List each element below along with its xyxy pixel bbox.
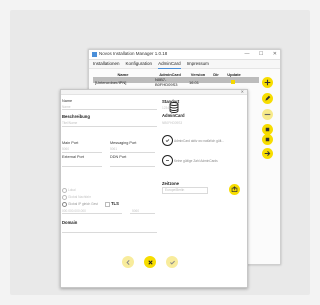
add-button[interactable] bbox=[262, 77, 273, 88]
dialog-titlebar bbox=[61, 90, 247, 95]
next-button[interactable] bbox=[262, 148, 273, 159]
arrow-right-icon bbox=[264, 151, 271, 156]
domain-label: Domain bbox=[62, 220, 78, 225]
window-controls: — ☐ ✕ bbox=[237, 51, 277, 57]
local-label: Lokal bbox=[68, 188, 76, 192]
beschreibung-label: Beschreibung bbox=[62, 114, 90, 119]
messaging-port-underline bbox=[110, 152, 155, 153]
stop-icon bbox=[265, 127, 270, 132]
messaging-port-input[interactable]: 5061 bbox=[110, 147, 117, 151]
admincard-ok-text: AdminCard aktiv wo natürlich gült... bbox=[174, 139, 224, 143]
global-ip-radio[interactable] bbox=[62, 202, 67, 207]
column-dir[interactable]: Dir bbox=[209, 72, 223, 77]
minimize-button[interactable]: — bbox=[245, 51, 250, 57]
external-port-label: External Port bbox=[62, 155, 84, 159]
menu-impressum[interactable]: Impressum bbox=[187, 60, 209, 68]
menu-installationen[interactable]: Installationen bbox=[93, 60, 120, 68]
export-button[interactable] bbox=[229, 184, 240, 195]
confirm-button[interactable] bbox=[166, 256, 178, 268]
name-underline bbox=[62, 109, 157, 110]
tls-checkbox[interactable] bbox=[105, 202, 110, 207]
column-update[interactable]: Update bbox=[223, 72, 245, 77]
global-radio[interactable] bbox=[62, 195, 67, 200]
table-row[interactable]: [Unterordner/IPN] N0B7-B0FHD09S3 16.01 bbox=[93, 77, 259, 87]
maximize-button[interactable]: ☐ bbox=[259, 51, 263, 57]
close-icon bbox=[147, 259, 153, 265]
minus-icon bbox=[264, 113, 271, 116]
ip-underline bbox=[62, 213, 122, 214]
row-version: 16.01 bbox=[189, 79, 200, 85]
beschreibung-underline bbox=[62, 126, 157, 127]
row-name: [Unterordner/IPN] bbox=[95, 79, 127, 85]
column-admincard[interactable]: AdminCard bbox=[153, 72, 187, 77]
chevron-left-icon bbox=[125, 259, 130, 265]
check-icon bbox=[165, 139, 170, 142]
main-port-label: Main Port bbox=[62, 141, 79, 145]
tls-label: TLS bbox=[111, 201, 119, 206]
admincard-input[interactable]: NB0FHD09S3 bbox=[162, 121, 182, 125]
ddn-port-input[interactable] bbox=[110, 166, 155, 167]
ddn-port-label: DDN Port bbox=[110, 155, 127, 159]
menu-konfiguration[interactable]: Konfiguration bbox=[126, 60, 153, 68]
local-radio[interactable] bbox=[62, 188, 67, 193]
pencil-icon bbox=[265, 95, 271, 101]
plus-icon bbox=[264, 79, 271, 86]
external-port-input[interactable] bbox=[62, 166, 102, 167]
cancel-button[interactable] bbox=[144, 256, 156, 268]
database-icon bbox=[169, 102, 179, 113]
update-dot bbox=[231, 80, 235, 84]
global-ip-label: Global IP gleich Gest bbox=[68, 202, 98, 206]
app-icon bbox=[92, 52, 97, 57]
zeitzone-select[interactable]: Europe/Berlin bbox=[162, 187, 208, 194]
main-port-input[interactable]: 5060 bbox=[62, 147, 69, 151]
name-label: Name bbox=[62, 99, 73, 103]
main-window-title: Novos Installation Manager 1.0.18 bbox=[99, 51, 168, 56]
messaging-port-label: Messaging Port bbox=[110, 141, 137, 145]
back-button[interactable] bbox=[122, 256, 134, 268]
minus-icon bbox=[166, 160, 169, 161]
zeitzone-label: Zeitzone bbox=[162, 181, 179, 186]
row-update-indicator bbox=[223, 80, 245, 84]
check-icon bbox=[169, 260, 175, 265]
admincard-ok-button[interactable] bbox=[162, 135, 173, 146]
close-button[interactable]: ✕ bbox=[273, 51, 277, 57]
export-icon bbox=[231, 186, 238, 192]
global-label: Global Nachfahr bbox=[68, 195, 92, 199]
main-port-underline bbox=[62, 152, 102, 153]
menu-admincard[interactable]: AdminCard bbox=[158, 60, 181, 69]
zeitzone-value: Europe/Berlin bbox=[165, 188, 185, 192]
dialog-close-button[interactable]: ✕ bbox=[241, 89, 244, 94]
remove-button[interactable] bbox=[262, 109, 273, 120]
no-admincard-button[interactable] bbox=[162, 155, 173, 166]
main-window-titlebar: Novos Installation Manager 1.0.18 — ☐ ✕ bbox=[89, 50, 280, 60]
installations-table: Name AdminCard Version Dir Update [Unter… bbox=[93, 71, 259, 87]
main-menu: Installationen Konfiguration AdminCard I… bbox=[89, 60, 280, 69]
port-underline bbox=[130, 213, 155, 214]
edit-button[interactable] bbox=[262, 93, 273, 104]
stop-button-2[interactable] bbox=[262, 134, 273, 145]
column-name[interactable]: Name bbox=[93, 72, 153, 77]
stop-icon bbox=[265, 137, 270, 142]
column-version[interactable]: Version bbox=[187, 72, 209, 77]
admincard-label: AdminCard bbox=[162, 113, 185, 118]
beschreibung-input[interactable]: Titel/Name bbox=[62, 121, 77, 125]
no-admincard-text: Keine gültige Zahl AdminCards bbox=[174, 159, 218, 163]
row-admincard: N0B7-B0FHD09S3 bbox=[155, 77, 178, 87]
domain-input[interactable] bbox=[62, 232, 157, 233]
